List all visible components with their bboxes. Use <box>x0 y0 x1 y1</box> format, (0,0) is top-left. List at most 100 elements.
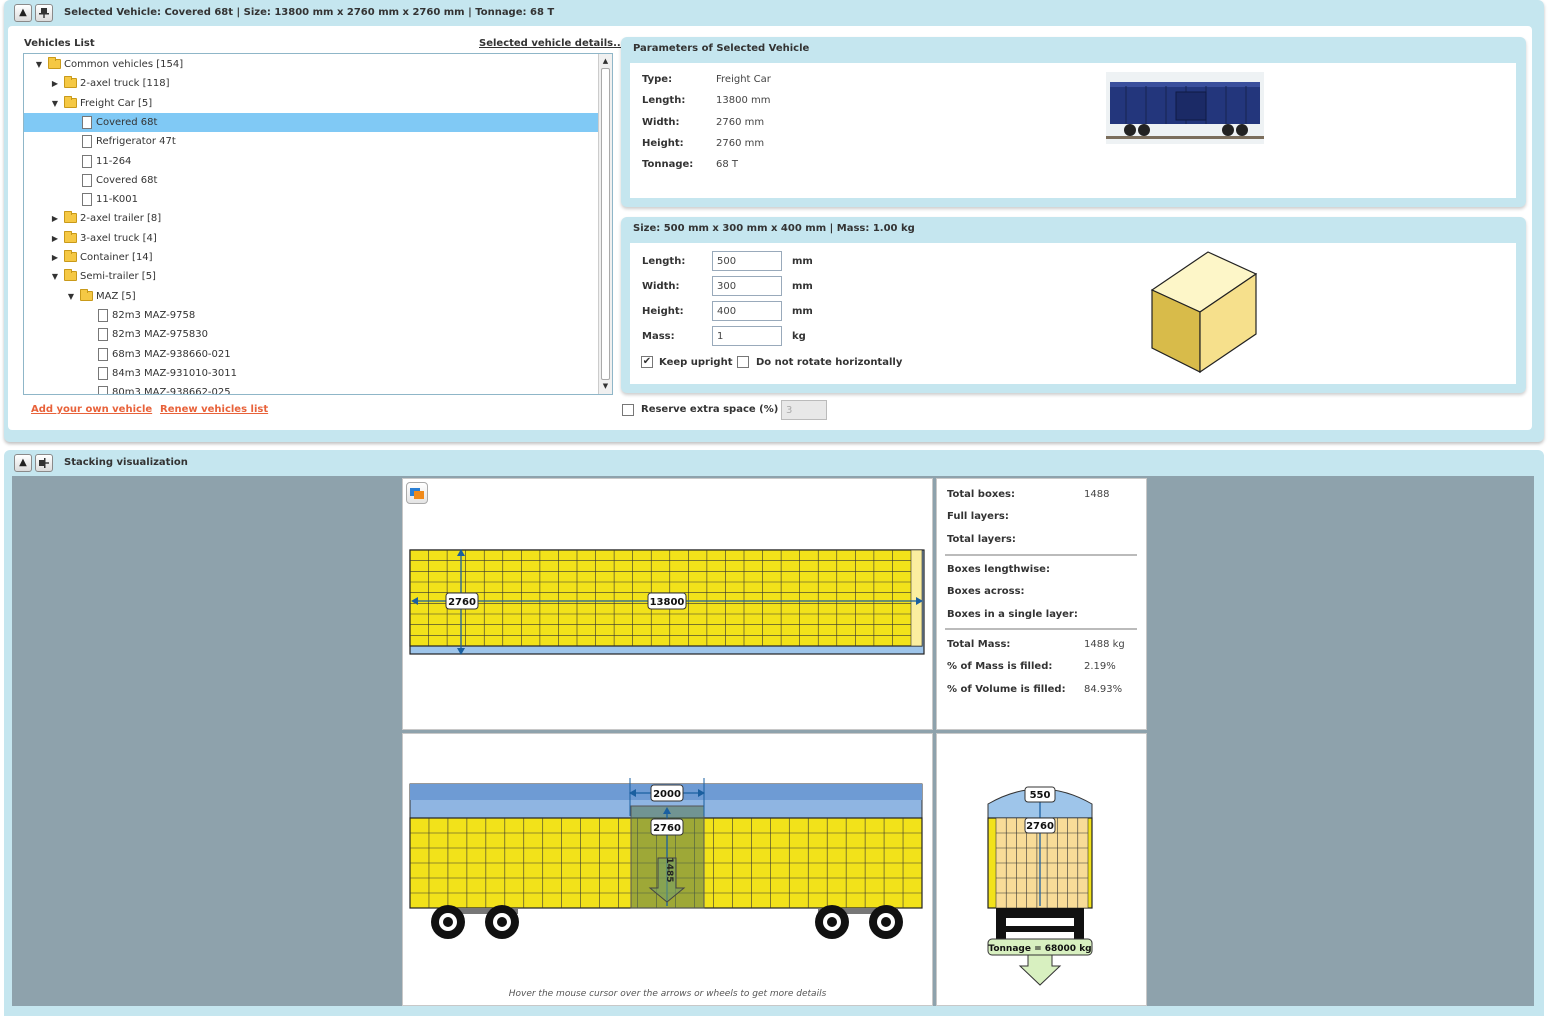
collapse-triangle-icon[interactable]: ▼ <box>66 287 76 306</box>
scroll-thumb[interactable] <box>601 68 610 380</box>
front-view-diagram[interactable]: 550 2760 Tonnage = 68000 kg <box>980 780 1100 990</box>
reserve-space-checkbox[interactable] <box>622 404 634 416</box>
renew-vehicles-link[interactable]: Renew vehicles list <box>160 404 268 415</box>
stat-label: Total Mass: <box>947 639 1011 650</box>
param-label: Width: <box>642 116 680 128</box>
tree-item-label: Freight Car [5] <box>80 97 153 109</box>
box-width-unit: mm <box>792 281 813 292</box>
box-height-label: Height: <box>642 306 684 317</box>
collapse-triangle-icon[interactable]: ▼ <box>50 267 60 286</box>
stat-label: Total layers: <box>947 533 1016 545</box>
document-icon <box>98 347 108 361</box>
tree-folder-item[interactable]: ▼ Freight Car [5] <box>24 94 598 113</box>
top-view-diagram[interactable]: 2760 13800 <box>408 546 928 658</box>
top-length-label: 13800 <box>650 597 685 608</box>
collapse-triangle-icon[interactable]: ▼ <box>34 55 44 74</box>
param-label: Height: <box>642 137 684 149</box>
tree-vehicle-item[interactable]: Covered 68t <box>24 171 598 190</box>
stat-value: 84.93% <box>1084 683 1123 695</box>
stat-label: Boxes across: <box>947 586 1025 598</box>
selected-vehicle-details-link[interactable]: Selected vehicle details... <box>479 38 624 49</box>
stats-divider <box>945 554 1137 556</box>
tree-folder-item[interactable]: ▼ MAZ [5] <box>24 287 598 306</box>
tree-folder-item[interactable]: ▶ 2-axel truck [118] <box>24 74 598 93</box>
tree-item-label: 82m3 MAZ-9758 <box>112 309 196 321</box>
keep-upright-checkbox[interactable]: ✔ <box>641 356 653 368</box>
stat-value: 2.19% <box>1084 661 1116 673</box>
stat-label: Boxes lengthwise: <box>947 564 1050 575</box>
no-rotate-checkbox[interactable] <box>737 356 749 368</box>
tree-scrollbar[interactable]: ▲ ▼ <box>598 54 612 394</box>
box-width-label: Width: <box>642 281 680 292</box>
scroll-down-icon[interactable]: ▼ <box>599 380 612 392</box>
front-height-label: 2760 <box>1026 821 1054 832</box>
stat-label: Full layers: <box>947 511 1009 523</box>
document-icon <box>82 173 92 187</box>
expand-triangle-icon[interactable]: ▶ <box>50 74 60 93</box>
pin-viz-button[interactable] <box>35 454 53 472</box>
vehicle-params-title: Parameters of Selected Vehicle <box>633 43 810 54</box>
collapse-triangle-icon[interactable]: ▼ <box>50 94 60 113</box>
add-vehicle-link[interactable]: Add your own vehicle <box>31 404 152 415</box>
box-mass-input[interactable] <box>712 326 782 346</box>
document-icon <box>82 154 92 168</box>
stat-label: % of Volume is filled: <box>947 683 1066 695</box>
document-icon <box>98 366 108 380</box>
tree-item-label: Covered 68t <box>96 116 158 128</box>
expand-triangle-icon[interactable]: ▶ <box>50 229 60 248</box>
document-icon <box>82 193 92 207</box>
box-height-unit: mm <box>792 306 813 317</box>
box-mass-unit: kg <box>792 331 806 342</box>
tree-item-label: 3-axel truck [4] <box>80 232 157 244</box>
tree-folder-item[interactable]: ▶ 3-axel truck [4] <box>24 229 598 248</box>
scroll-up-icon[interactable]: ▲ <box>599 55 612 67</box>
document-icon <box>82 135 92 149</box>
box-length-unit: mm <box>792 256 813 267</box>
tree-vehicle-item[interactable]: Refrigerator 47t <box>24 132 598 151</box>
expand-triangle-icon[interactable]: ▶ <box>50 248 60 267</box>
param-label: Type: <box>642 74 673 85</box>
tree-folder-item[interactable]: ▶ Container [14] <box>24 248 598 267</box>
document-icon <box>98 386 108 394</box>
tree-folder-item[interactable]: ▼ Semi-trailer [5] <box>24 267 598 286</box>
tree-item-label: 11-264 <box>96 155 132 167</box>
reserve-space-input[interactable] <box>781 400 827 420</box>
no-rotate-label: Do not rotate horizontally <box>756 357 903 368</box>
expand-triangle-icon[interactable]: ▶ <box>50 209 60 228</box>
folder-icon <box>64 230 77 243</box>
stat-label: % of Mass is filled: <box>947 661 1053 673</box>
side-view-diagram[interactable]: 2000 2760 1485 <box>408 778 928 944</box>
box-length-input[interactable] <box>712 251 782 271</box>
tree-item-label: Refrigerator 47t <box>96 136 176 148</box>
view-switch-button[interactable] <box>406 482 428 504</box>
folder-icon <box>80 288 93 301</box>
tree-item-label: Covered 68t <box>96 174 158 186</box>
tree-folder-item[interactable]: ▼ Common vehicles [154] <box>24 55 598 74</box>
param-value: Freight Car <box>716 74 771 85</box>
param-value: 2760 mm <box>716 116 765 128</box>
vehicles-tree[interactable]: ▼ Common vehicles [154] ▶ 2-axel truck [118… <box>23 53 613 395</box>
collapse-viz-button[interactable]: ▲ <box>14 454 32 472</box>
param-value: 13800 mm <box>716 95 771 107</box>
stat-label: Boxes in a single layer: <box>947 608 1078 620</box>
tree-folder-item[interactable]: ▶ 2-axel trailer [8] <box>24 209 598 228</box>
box-params-title: Size: 500 mm x 300 mm x 400 mm | Mass: 1… <box>633 223 915 234</box>
tree-vehicle-item[interactable]: 11-264 <box>24 152 598 171</box>
folder-icon <box>64 76 77 89</box>
tree-vehicle-item[interactable]: Covered 68t <box>24 112 598 132</box>
tree-vehicle-item[interactable]: 84m3 MAZ-931010-3011 <box>24 364 598 383</box>
tree-vehicle-item[interactable]: 80m3 MAZ-938662-025 <box>24 383 598 394</box>
tree-vehicle-item[interactable]: 82m3 MAZ-9758 <box>24 306 598 325</box>
tree-item-label: 84m3 MAZ-931010-3011 <box>112 367 237 379</box>
tree-vehicle-item[interactable]: 82m3 MAZ-975830 <box>24 325 598 344</box>
tree-item-label: Common vehicles [154] <box>64 59 184 70</box>
tree-item-label: Container [14] <box>80 252 153 263</box>
tree-vehicle-item[interactable]: 68m3 MAZ-938660-021 <box>24 345 598 364</box>
folder-icon <box>64 269 77 282</box>
tree-vehicle-item[interactable]: 11-K001 <box>24 190 598 209</box>
collapse-up-button[interactable]: ▲ <box>14 4 32 22</box>
pin-button[interactable] <box>35 4 53 22</box>
box-width-input[interactable] <box>712 276 782 296</box>
box-3d-preview <box>1150 251 1258 374</box>
box-height-input[interactable] <box>712 301 782 321</box>
